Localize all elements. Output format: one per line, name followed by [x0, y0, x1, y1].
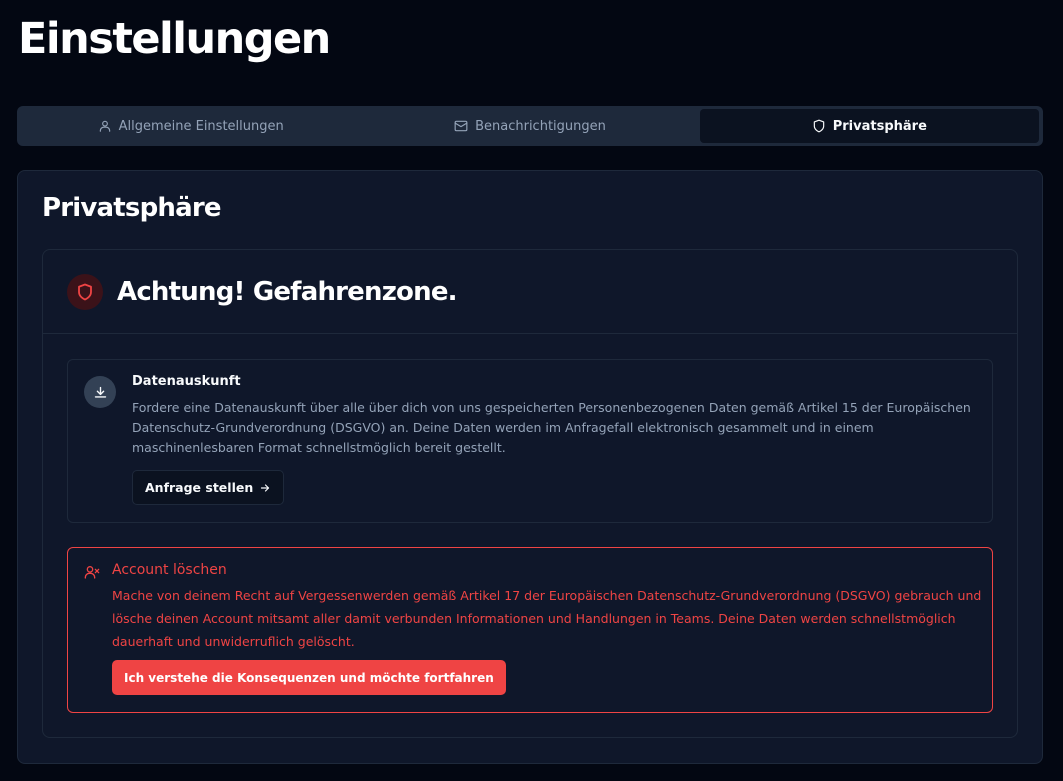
download-icon-badge — [84, 376, 116, 408]
tab-privacy[interactable]: Privatsphäre — [699, 109, 1039, 143]
shield-icon — [813, 119, 824, 133]
danger-zone: Achtung! Gefahrenzone. Datenauskunft For… — [42, 249, 1018, 738]
page-title: Einstellungen — [18, 14, 331, 64]
user-icon — [99, 120, 110, 132]
mail-icon — [454, 120, 468, 132]
card-title: Privatsphäre — [42, 193, 222, 223]
request-data-button[interactable]: Anfrage stellen — [132, 470, 285, 505]
data-export-section: Datenauskunft Fordere eine Datenauskunft… — [67, 359, 993, 523]
confirm-delete-button[interactable]: Ich verstehe die Konsequenzen und möchte… — [112, 660, 506, 695]
privacy-card: Privatsphäre Achtung! Gefahrenzone. Date… — [17, 170, 1043, 764]
delete-account-description: Mache von deinem Recht auf Vergessenwerd… — [112, 588, 982, 649]
danger-zone-title: Achtung! Gefahrenzone. — [117, 276, 458, 307]
settings-tabs: Allgemeine Einstellungen Benachrichtigun… — [17, 106, 1043, 146]
data-export-title: Datenauskunft — [132, 374, 241, 389]
user-remove-icon — [84, 566, 100, 579]
data-export-description: Fordere eine Datenauskunft über alle übe… — [132, 400, 971, 455]
request-data-label: Anfrage stellen — [145, 480, 254, 495]
danger-badge — [67, 273, 103, 310]
arrow-right-icon — [261, 483, 270, 492]
danger-zone-header: Achtung! Gefahrenzone. — [43, 250, 1017, 334]
download-icon — [94, 386, 106, 398]
tab-notifications[interactable]: Benachrichtigungen — [360, 109, 699, 143]
tab-label: Privatsphäre — [832, 118, 927, 134]
tab-label: Benachrichtigungen — [475, 118, 606, 134]
shield-icon — [78, 283, 92, 300]
tab-general[interactable]: Allgemeine Einstellungen — [21, 109, 360, 143]
delete-account-section: Account löschen Mache von deinem Recht a… — [67, 547, 993, 713]
delete-account-title: Account löschen — [112, 562, 227, 578]
tab-label: Allgemeine Einstellungen — [118, 118, 284, 134]
